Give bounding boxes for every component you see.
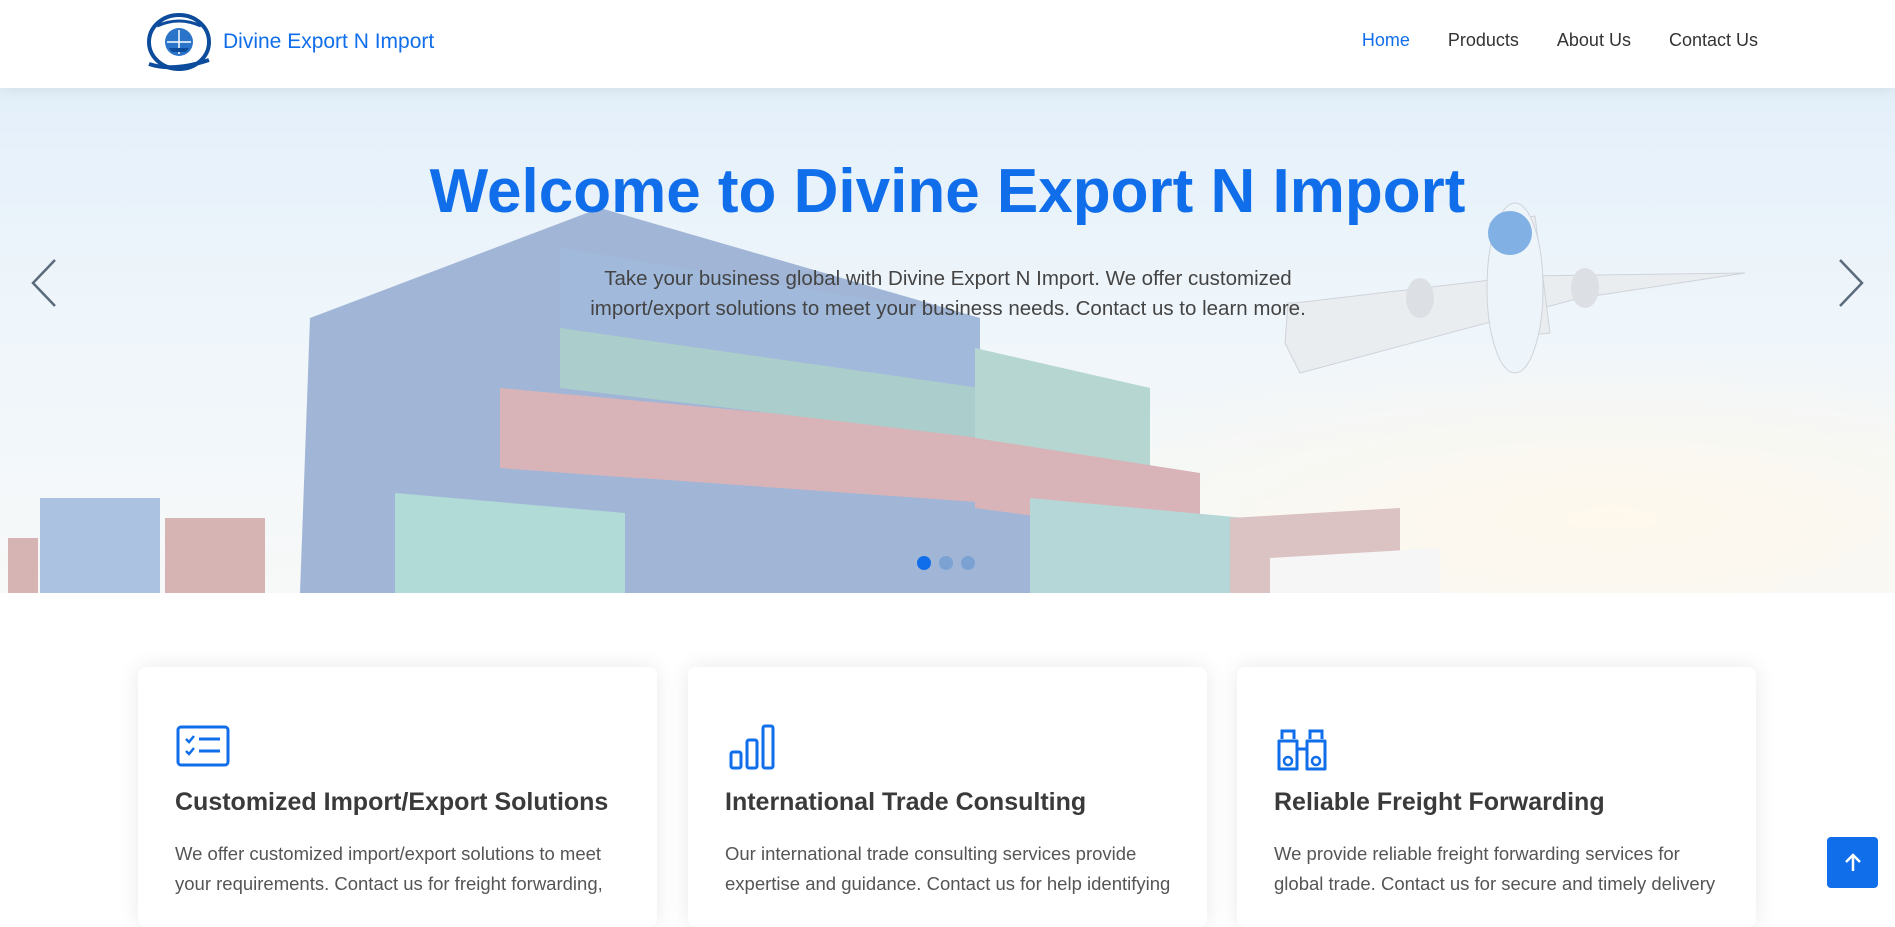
main-nav: Home Products About Us Contact Us	[1324, 30, 1758, 51]
carousel-indicator-2[interactable]	[939, 556, 953, 570]
feature-card-trade-consulting: International Trade Consulting Our inter…	[688, 667, 1207, 927]
hero-description: Take your business global with Divine Ex…	[590, 267, 1306, 320]
logo-icon	[147, 13, 211, 71]
chevron-left-icon	[31, 259, 56, 307]
hero-carousel: Welcome to Divine Export N Import Take y…	[0, 88, 1895, 593]
site-header: Divine Export N Import Home Products Abo…	[0, 0, 1895, 88]
arrow-up-icon	[1844, 852, 1861, 871]
carousel-indicator-1[interactable]	[917, 556, 931, 570]
binoculars-icon	[1277, 729, 1327, 771]
nav-about-us[interactable]: About Us	[1557, 30, 1631, 51]
brand-logo[interactable]: Divine Export N Import	[143, 12, 434, 72]
feature-description: We offer customized import/export soluti…	[175, 843, 603, 894]
feature-title: Reliable Freight Forwarding	[1274, 788, 1605, 816]
feature-description: We provide reliable freight forwarding s…	[1274, 843, 1716, 894]
feature-title: International Trade Consulting	[725, 788, 1087, 816]
checklist-icon	[176, 725, 230, 767]
carousel-indicator-3[interactable]	[961, 556, 975, 570]
bar-chart-icon	[729, 724, 775, 770]
nav-contact-us[interactable]: Contact Us	[1669, 30, 1758, 51]
carousel-next-button[interactable]	[1830, 248, 1870, 318]
feature-description: Our international trade consulting servi…	[725, 843, 1171, 894]
carousel-prev-button[interactable]	[25, 248, 65, 318]
hero-title: Welcome to Divine Export N Import	[429, 157, 1466, 226]
nav-products[interactable]: Products	[1448, 30, 1519, 51]
feature-card-freight-forwarding: Reliable Freight Forwarding We provide r…	[1237, 667, 1756, 927]
brand-name: Divine Export N Import	[223, 30, 435, 53]
feature-card-customized-solutions: Customized Import/Export Solutions We of…	[138, 667, 657, 927]
back-to-top-button[interactable]	[1827, 837, 1878, 888]
feature-title: Customized Import/Export Solutions	[175, 788, 609, 816]
chevron-right-icon	[1839, 259, 1864, 307]
nav-home[interactable]: Home	[1362, 30, 1410, 51]
carousel-indicators	[917, 556, 983, 570]
